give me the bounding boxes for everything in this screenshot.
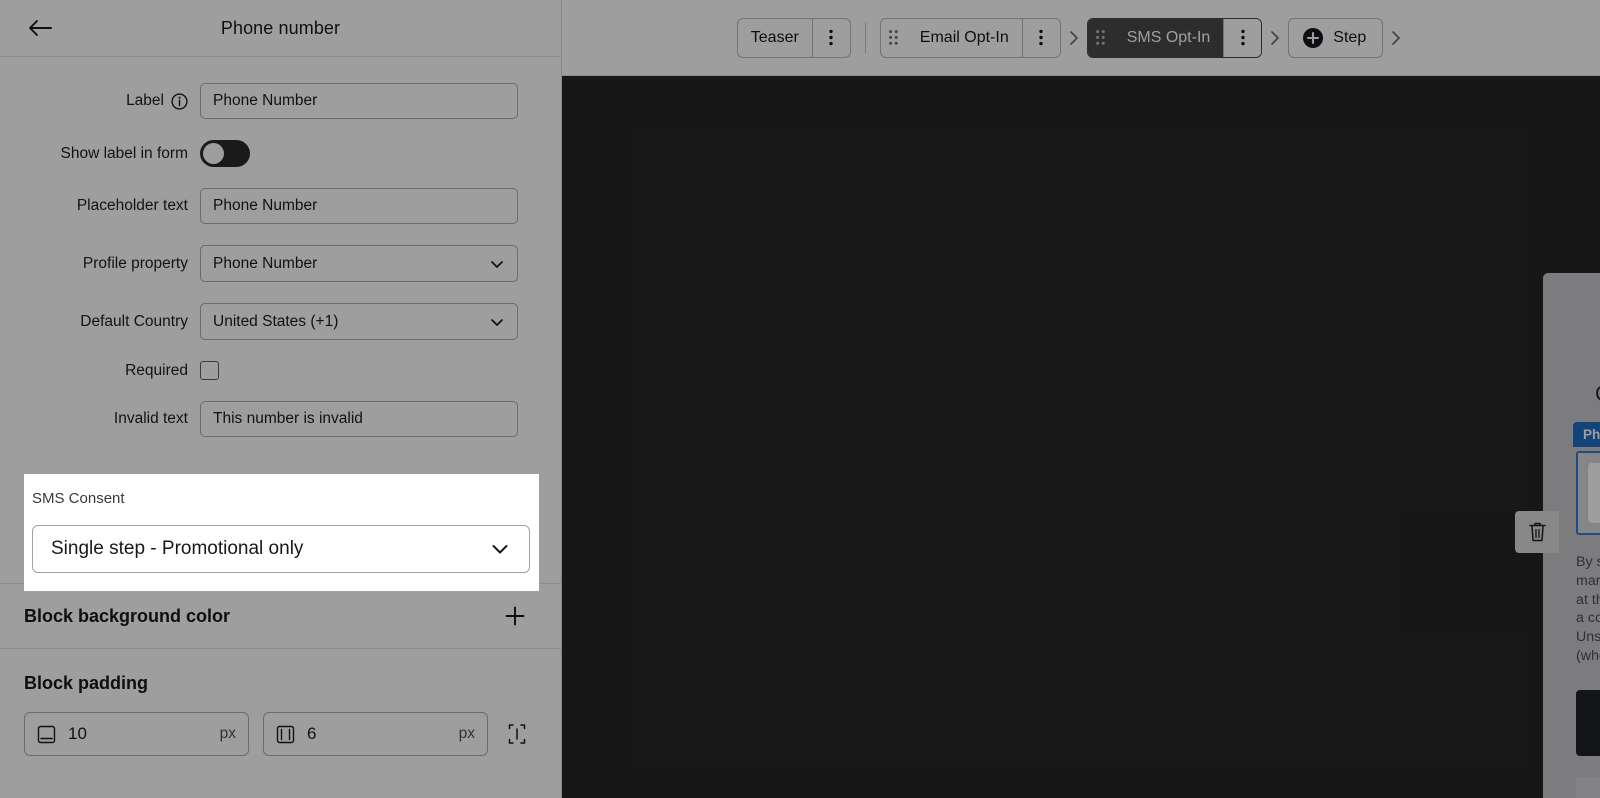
field-label-text: Label — [126, 92, 164, 110]
sms-consent-disclaimer: By submitting this form and signing up f… — [1576, 553, 1600, 666]
field-control-invalid-text: This number is invalid — [200, 401, 518, 437]
sms-consent-select[interactable]: Single step - Promotional only — [32, 525, 530, 573]
field-label-profile-property: Profile property — [0, 255, 200, 273]
phone-field-block[interactable]: Phone Number Phone Number — [1576, 451, 1600, 535]
link-padding-icon[interactable] — [502, 719, 532, 749]
field-row-show-label: Show label in form — [0, 140, 561, 167]
default-country-select[interactable]: United States (+1) — [200, 303, 518, 340]
chip-teaser[interactable]: Teaser — [737, 18, 851, 58]
block-settings-panel: Phone number Label Phone Number — [0, 0, 562, 798]
plus-circle-icon — [1302, 27, 1324, 49]
chip-sms-opt-in[interactable]: SMS Opt-In — [1087, 18, 1263, 58]
label-input[interactable]: Phone Number — [200, 83, 518, 119]
phone-input[interactable]: Phone Number — [1587, 462, 1600, 524]
signup-form-preview: Join the Club Get access to exclusive de… — [1543, 273, 1600, 798]
signup-button[interactable]: Sign up — [1576, 690, 1600, 756]
field-label-show-label: Show label in form — [0, 145, 200, 163]
preview-canvas: Join the Club Get access to exclusive de… — [591, 100, 1600, 798]
profile-property-select[interactable]: Phone Number — [200, 245, 518, 282]
sms-consent-label: SMS Consent — [24, 490, 539, 507]
field-control-show-label — [200, 140, 518, 167]
app-root: Join the Club Get access to exclusive de… — [0, 0, 1600, 798]
field-control-profile-property: Phone Number — [200, 245, 518, 282]
field-row-required: Required — [0, 361, 561, 380]
drag-handle-icon[interactable] — [1088, 19, 1114, 57]
padding-horizontal-unit: px — [459, 725, 475, 743]
panel-body: Label Phone Number Show label in form — [0, 83, 561, 756]
phone-field-selection-outline: Phone Number — [1576, 451, 1600, 535]
step-toolbar: Teaser — [562, 0, 1600, 76]
default-country-value: United States (+1) — [213, 313, 338, 331]
chip-teaser-label[interactable]: Teaser — [738, 19, 812, 57]
profile-property-value: Phone Number — [213, 255, 317, 273]
padding-horizontal-value: 6 — [307, 724, 447, 744]
consent-body: By submitting this form and signing up f… — [1576, 554, 1600, 664]
more-vertical-icon[interactable] — [1022, 19, 1060, 57]
sms-consent-value: Single step - Promotional only — [51, 538, 303, 560]
preview-headline: Join the Club — [1576, 273, 1600, 364]
field-label-default-country: Default Country — [0, 313, 200, 331]
panel-header: Phone number — [0, 0, 561, 57]
more-vertical-icon[interactable] — [812, 19, 850, 57]
chevron-down-icon — [487, 312, 507, 332]
block-background-color-title: Block background color — [24, 606, 230, 627]
chevron-right-icon — [1383, 29, 1409, 47]
block-padding-title: Block padding — [0, 673, 561, 694]
field-row-label: Label Phone Number — [0, 83, 561, 119]
field-row-invalid-text: Invalid text This number is invalid — [0, 401, 561, 437]
no-thanks-button[interactable]: No thanks — [1576, 777, 1600, 798]
block-padding-row: 10 px 6 px — [0, 712, 561, 756]
chip-sms-opt-in-label[interactable]: SMS Opt-In — [1114, 19, 1224, 57]
placeholder-input[interactable]: Phone Number — [200, 188, 518, 224]
page-title: Phone number — [0, 18, 561, 39]
sms-consent-section: SMS Consent Single step - Promotional on… — [24, 474, 539, 591]
field-label-required: Required — [0, 362, 200, 380]
arrow-left-icon[interactable] — [24, 12, 56, 44]
padding-spacer — [0, 649, 561, 673]
chevron-right-icon — [1262, 29, 1288, 47]
step-nav: Teaser — [737, 18, 1409, 58]
padding-horizontal-icon — [276, 725, 295, 744]
chevron-down-icon — [487, 536, 513, 562]
more-vertical-icon[interactable] — [1223, 19, 1261, 57]
field-label-label: Label — [0, 92, 200, 110]
trash-icon[interactable] — [1515, 511, 1559, 553]
toolbar-divider — [865, 23, 866, 53]
field-row-default-country: Default Country United States (+1) — [0, 303, 561, 340]
drag-handle-icon[interactable] — [881, 19, 907, 57]
padding-horizontal-input[interactable]: 6 px — [263, 712, 488, 756]
chevron-down-icon — [487, 254, 507, 274]
field-control-default-country: United States (+1) — [200, 303, 518, 340]
info-icon[interactable] — [171, 93, 188, 110]
field-control-placeholder: Phone Number — [200, 188, 518, 224]
chevron-right-icon — [1061, 29, 1087, 47]
padding-vertical-icon — [37, 725, 56, 744]
show-label-toggle[interactable] — [200, 140, 250, 167]
field-badge-label: Phone Number — [1573, 422, 1600, 447]
field-label-invalid-text: Invalid text — [0, 410, 200, 428]
add-step-label: Step — [1333, 29, 1366, 47]
field-control-required — [200, 361, 518, 380]
padding-vertical-value: 10 — [68, 724, 208, 744]
field-label-placeholder: Placeholder text — [0, 197, 200, 215]
padding-vertical-input[interactable]: 10 px — [24, 712, 249, 756]
chip-email-opt-in[interactable]: Email Opt-In — [880, 18, 1061, 58]
invalid-text-input[interactable]: This number is invalid — [200, 401, 518, 437]
field-row-profile-property: Profile property Phone Number — [0, 245, 561, 282]
padding-vertical-unit: px — [220, 725, 236, 743]
field-row-placeholder: Placeholder text Phone Number — [0, 188, 561, 224]
required-checkbox[interactable] — [200, 361, 219, 380]
add-step-button[interactable]: Step — [1288, 18, 1383, 58]
block-background-color-row: Block background color — [0, 584, 561, 648]
plus-icon[interactable] — [501, 602, 529, 630]
toggle-knob — [203, 143, 224, 164]
field-control-label: Phone Number — [200, 83, 518, 119]
chip-email-opt-in-label[interactable]: Email Opt-In — [907, 19, 1022, 57]
